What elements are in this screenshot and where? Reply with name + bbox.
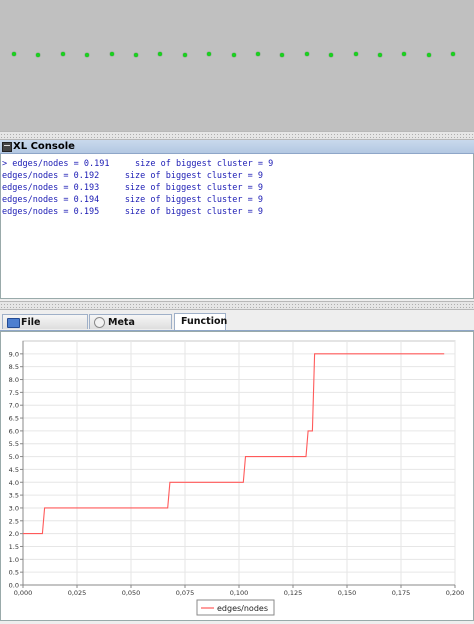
meta-objects-icon (94, 317, 105, 328)
console-title: XL Console (13, 141, 75, 152)
tab-function[interactable]: Function (174, 313, 228, 330)
y-tick-label: 0.5 (9, 569, 19, 577)
function-chart[interactable]: 0.00.51.01.52.02.53.03.54.04.55.05.56.06… (1, 332, 473, 620)
network-node[interactable] (85, 53, 90, 57)
tab-label: Function (181, 316, 228, 327)
console-line: edges/nodes = 0.194 size of biggest clus… (2, 195, 263, 205)
y-tick-label: 6.5 (9, 415, 19, 423)
x-tick-label: 0,200 (446, 589, 465, 597)
x-tick-label: 0,075 (176, 589, 195, 597)
console-line: edges/nodes = 0.193 size of biggest clus… (2, 183, 263, 193)
network-node[interactable] (378, 53, 382, 57)
y-tick-label: 5.0 (9, 453, 19, 461)
y-tick-label: 8.0 (9, 376, 19, 384)
x-tick-label: 0,050 (122, 589, 141, 597)
legend-label: edges/nodes (217, 604, 268, 613)
network-node[interactable] (182, 53, 187, 57)
y-tick-label: 4.0 (9, 479, 19, 487)
console-title-bar: XL Console (0, 140, 474, 154)
network-node[interactable] (304, 52, 309, 56)
x-tick-label: 0,175 (392, 589, 411, 597)
y-tick-label: 3.5 (9, 492, 19, 500)
network-node[interactable] (109, 52, 114, 56)
x-tick-label: 0,125 (284, 589, 303, 597)
y-tick-label: 1.5 (9, 543, 19, 551)
tab-file-explorer[interactable]: File Explorer (2, 314, 88, 343)
y-tick-label: 1.0 (9, 556, 19, 564)
y-tick-label: 2.0 (9, 530, 19, 538)
console-splitter[interactable] (0, 131, 474, 140)
y-tick-label: 3.0 (9, 504, 19, 512)
y-tick-label: 7.5 (9, 389, 19, 397)
x-tick-label: 0,100 (230, 589, 249, 597)
y-tick-label: 5.5 (9, 440, 19, 448)
network-node[interactable] (231, 53, 236, 57)
network-node[interactable] (451, 52, 456, 56)
y-tick-label: 9.0 (9, 350, 19, 358)
tab-meta-objects[interactable]: Meta Objects (89, 314, 172, 343)
x-tick-label: 0,025 (68, 589, 87, 597)
network-node[interactable] (12, 52, 16, 56)
x-tick-label: 0,150 (338, 589, 357, 597)
console-output[interactable]: > edges/nodes = 0.191 size of biggest cl… (0, 154, 474, 299)
network-node[interactable] (353, 52, 358, 56)
console-line: > edges/nodes = 0.191 size of biggest cl… (2, 159, 274, 169)
y-tick-label: 2.5 (9, 517, 19, 525)
network-node[interactable] (158, 52, 163, 56)
network-node[interactable] (36, 53, 41, 57)
network-node[interactable] (426, 53, 431, 57)
network-node[interactable] (329, 53, 334, 57)
network-node[interactable] (402, 52, 407, 56)
y-tick-label: 4.5 (9, 466, 19, 474)
network-node[interactable] (280, 53, 285, 57)
network-node[interactable] (256, 52, 260, 56)
panel-splitter[interactable] (0, 301, 474, 310)
x-tick-label: 0,000 (14, 589, 33, 597)
y-tick-label: 6.0 (9, 427, 19, 435)
network-3d-view[interactable] (0, 0, 474, 131)
folder-icon (7, 318, 20, 328)
console-line: edges/nodes = 0.195 size of biggest clus… (2, 207, 263, 217)
network-node[interactable] (134, 53, 138, 57)
network-node[interactable] (207, 52, 212, 56)
y-tick-label: 8.5 (9, 363, 19, 371)
y-tick-label: 7.0 (9, 402, 19, 410)
console-line: edges/nodes = 0.192 size of biggest clus… (2, 171, 263, 181)
function-panel: 0.0 0.5 1.0 1.5 2.0 2.5 3.0 3.5 4.0 4.5 5.0 5.5 6.0 6… (0, 331, 474, 621)
tab-bar: File Explorer Meta Objects Function (0, 311, 474, 343)
console-icon (2, 142, 12, 152)
network-node[interactable] (60, 52, 65, 56)
